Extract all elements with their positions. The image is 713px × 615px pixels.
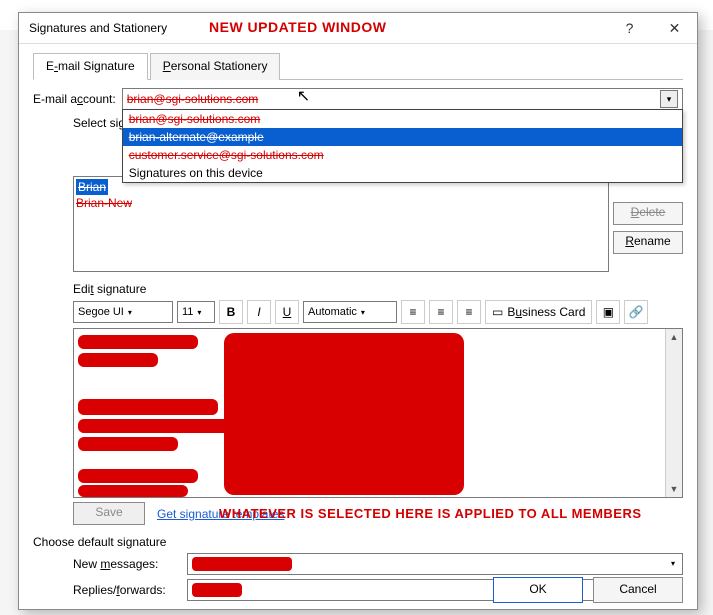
annotation-default-note: WHATEVER IS SELECTED HERE IS APPLIED TO … bbox=[219, 506, 642, 521]
list-item[interactable]: Brian bbox=[76, 179, 108, 195]
card-icon: ▭ bbox=[492, 305, 503, 319]
annotation-new-window: NEW UPDATED WINDOW bbox=[209, 19, 387, 35]
editor-scrollbar[interactable]: ▲ ▼ bbox=[665, 329, 682, 497]
tab-personal-stationery[interactable]: Personal Stationery bbox=[150, 53, 281, 80]
font-color-combo[interactable]: Automatic▾ bbox=[303, 301, 397, 323]
dialog-footer: OK Cancel bbox=[493, 577, 683, 603]
italic-button[interactable]: I bbox=[247, 300, 271, 324]
email-account-select[interactable]: brian@sgi-solutions.com ▾ ↖ brian@sgi-so… bbox=[122, 88, 683, 110]
rename-button[interactable]: Rename bbox=[613, 231, 683, 254]
signature-listbox[interactable]: Brian Brian-New bbox=[73, 176, 609, 272]
default-signature-label: Choose default signature bbox=[33, 535, 683, 549]
tab-strip: E-mail Signature Personal Stationery bbox=[33, 52, 683, 80]
delete-button[interactable]: Delete bbox=[613, 202, 683, 225]
tab-email-signature[interactable]: E-mail Signature bbox=[33, 53, 148, 80]
signature-button-column: Delete Rename bbox=[613, 202, 683, 254]
cancel-button[interactable]: Cancel bbox=[593, 577, 683, 603]
font-combo[interactable]: Segoe UI▾ bbox=[73, 301, 173, 323]
help-button[interactable]: ? bbox=[607, 13, 652, 43]
align-center-button[interactable]: ≡ bbox=[429, 300, 453, 324]
dialog-title: Signatures and Stationery bbox=[29, 21, 167, 35]
email-account-dropdown[interactable]: brian@sgi-solutions.com brian-alternate@… bbox=[122, 109, 683, 183]
ok-button[interactable]: OK bbox=[493, 577, 583, 603]
save-button[interactable]: Save bbox=[73, 502, 145, 525]
align-left-button[interactable]: ≡ bbox=[401, 300, 425, 324]
replies-forwards-label: Replies/forwards: bbox=[73, 583, 181, 597]
dropdown-option[interactable]: brian@sgi-solutions.com bbox=[123, 110, 682, 128]
close-button[interactable]: ✕ bbox=[652, 13, 697, 43]
scroll-down-icon[interactable]: ▼ bbox=[666, 481, 682, 497]
bold-button[interactable]: B bbox=[219, 300, 243, 324]
insert-image-button[interactable]: ▣ bbox=[596, 300, 620, 324]
chevron-down-icon[interactable]: ▾ bbox=[660, 90, 678, 108]
business-card-button[interactable]: ▭ Business Card bbox=[485, 300, 592, 324]
dropdown-option[interactable]: brian-alternate@example bbox=[123, 128, 682, 146]
insert-link-button[interactable]: 🔗 bbox=[624, 300, 648, 324]
dialog-body: E-mail Signature Personal Stationery E-m… bbox=[19, 44, 697, 615]
dropdown-option[interactable]: Signatures on this device bbox=[123, 164, 682, 182]
dropdown-option[interactable]: customer.service@sgi-solutions.com bbox=[123, 146, 682, 164]
formatting-toolbar: Segoe UI▾ 11▾ B I U Automatic▾ ≡ ≡ ≡ ▭ B… bbox=[73, 300, 683, 324]
signature-editor[interactable]: ▲ ▼ bbox=[73, 328, 683, 498]
email-account-value: brian@sgi-solutions.com bbox=[127, 92, 660, 106]
scroll-up-icon[interactable]: ▲ bbox=[666, 329, 682, 345]
email-account-row: E-mail account: brian@sgi-solutions.com … bbox=[33, 88, 683, 110]
font-size-combo[interactable]: 11▾ bbox=[177, 301, 215, 323]
edit-signature-label: Edit signature bbox=[73, 282, 683, 296]
align-right-button[interactable]: ≡ bbox=[457, 300, 481, 324]
new-messages-label: New messages: bbox=[73, 557, 181, 571]
list-item[interactable]: Brian-New bbox=[76, 196, 132, 210]
chevron-down-icon[interactable]: ▾ bbox=[666, 556, 680, 570]
new-messages-combo[interactable]: ▾ bbox=[187, 553, 683, 575]
signatures-dialog: Signatures and Stationery ? ✕ NEW UPDATE… bbox=[18, 12, 698, 610]
email-account-label: E-mail account: bbox=[33, 92, 116, 106]
underline-button[interactable]: U bbox=[275, 300, 299, 324]
